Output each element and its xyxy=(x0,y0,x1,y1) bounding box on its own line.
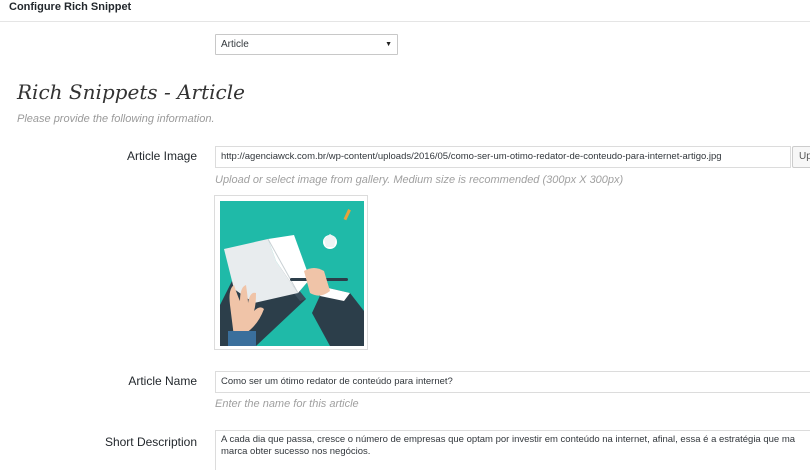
configure-rich-snippet-panel: Configure Rich Snippet Article ▼ Rich Sn… xyxy=(0,0,810,470)
section-title: Rich Snippets - Article xyxy=(17,80,245,104)
short-description-line-1: A cada dia que passa, cresce o número de… xyxy=(221,434,796,445)
panel-header: Configure Rich Snippet xyxy=(0,0,810,22)
short-description-textarea[interactable]: A cada dia que passa, cresce o número de… xyxy=(215,430,810,470)
article-image-help: Upload or select image from gallery. Med… xyxy=(215,174,624,186)
short-description-line-2: marca obter sucesso nos negócios. xyxy=(221,446,371,457)
dropdown-arrow-icon: ▼ xyxy=(385,41,392,48)
article-image-url-input[interactable]: http://agenciawck.com.br/wp-content/uplo… xyxy=(215,146,791,168)
article-image-label: Article Image xyxy=(126,149,197,163)
article-name-label: Article Name xyxy=(128,374,197,388)
article-image-illustration xyxy=(220,201,364,346)
upload-image-button[interactable]: Up xyxy=(792,146,810,168)
section-subtitle: Please provide the following information… xyxy=(17,113,215,125)
article-name-help: Enter the name for this article xyxy=(215,398,359,410)
article-name-value: Como ser um ótimo redator de conteúdo pa… xyxy=(221,376,453,387)
panel-title: Configure Rich Snippet xyxy=(9,1,132,13)
short-description-label: Short Description xyxy=(104,435,197,449)
snippet-type-value: Article xyxy=(221,39,249,50)
article-image-preview xyxy=(214,195,368,350)
snippet-type-select[interactable]: Article ▼ xyxy=(215,34,398,55)
article-name-input[interactable]: Como ser um ótimo redator de conteúdo pa… xyxy=(215,371,810,393)
article-image-url-value: http://agenciawck.com.br/wp-content/uplo… xyxy=(221,151,722,162)
